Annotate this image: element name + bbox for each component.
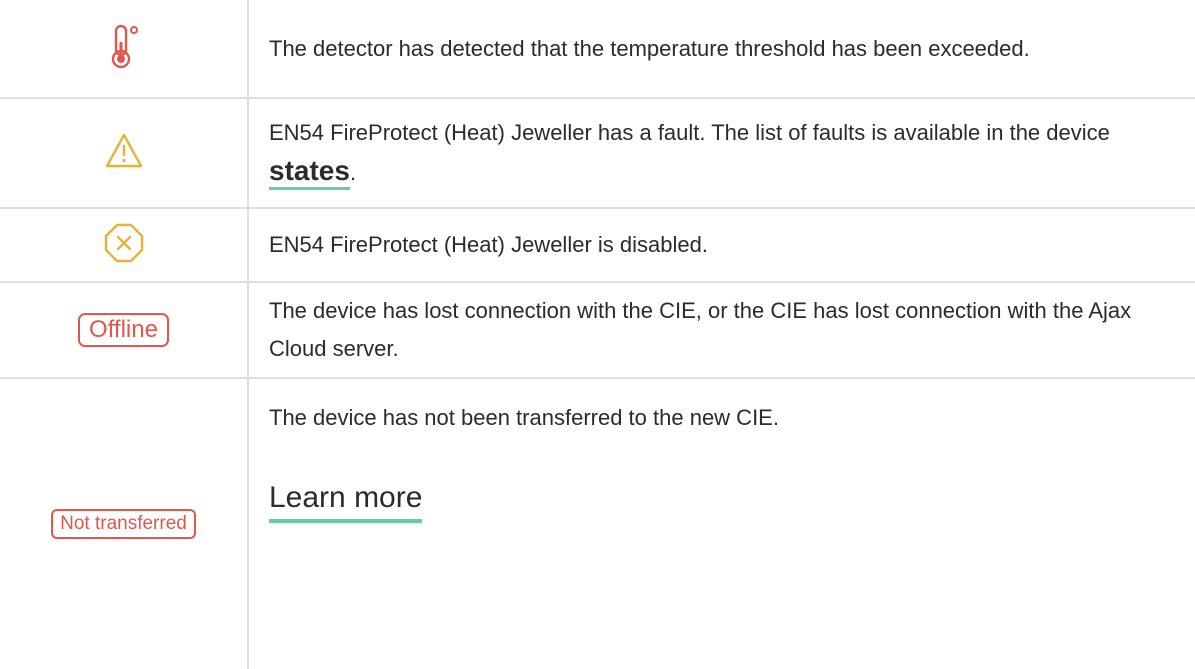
learn-more-link[interactable]: Learn more	[269, 479, 423, 523]
legend-row: Not transferred The device has not been …	[0, 377, 1195, 669]
legend-row: The detector has detected that the tempe…	[0, 0, 1195, 99]
status-legend-table: The detector has detected that the tempe…	[0, 0, 1195, 669]
not-transferred-badge: Not transferred	[51, 509, 196, 539]
description-text: EN54 FireProtect (Heat) Jeweller has a f…	[269, 120, 1110, 145]
description-cell: The detector has detected that the tempe…	[247, 0, 1195, 99]
row-description: The detector has detected that the tempe…	[269, 35, 1030, 61]
description-cell: EN54 FireProtect (Heat) Jeweller is disa…	[247, 207, 1195, 283]
row-description: EN54 FireProtect (Heat) Jeweller has a f…	[269, 114, 1165, 192]
thermometer-icon	[106, 20, 142, 77]
disabled-octagon-icon	[103, 222, 145, 269]
icon-cell	[0, 97, 249, 209]
legend-row: Offline The device has lost connection w…	[0, 281, 1195, 379]
description-cell: EN54 FireProtect (Heat) Jeweller has a f…	[247, 97, 1195, 209]
row-description: EN54 FireProtect (Heat) Jeweller is disa…	[269, 232, 708, 257]
description-cell: The device has not been transferred to t…	[247, 377, 1195, 669]
offline-badge: Offline	[78, 313, 169, 347]
description-end: .	[349, 160, 357, 185]
legend-row: EN54 FireProtect (Heat) Jeweller has a f…	[0, 97, 1195, 209]
legend-row: EN54 FireProtect (Heat) Jeweller is disa…	[0, 207, 1195, 283]
states-link[interactable]: states	[269, 155, 350, 190]
description-cell: The device has lost connection with the …	[247, 281, 1195, 379]
icon-cell	[0, 207, 249, 283]
row-description: The device has lost connection with the …	[269, 298, 1132, 361]
icon-cell: Offline	[0, 281, 249, 379]
learn-more-paragraph: Learn more	[269, 479, 1165, 523]
warning-triangle-icon	[104, 132, 144, 175]
icon-cell	[0, 0, 249, 99]
row-description: The device has not been transferred to t…	[269, 405, 779, 430]
icon-cell: Not transferred	[0, 377, 249, 669]
